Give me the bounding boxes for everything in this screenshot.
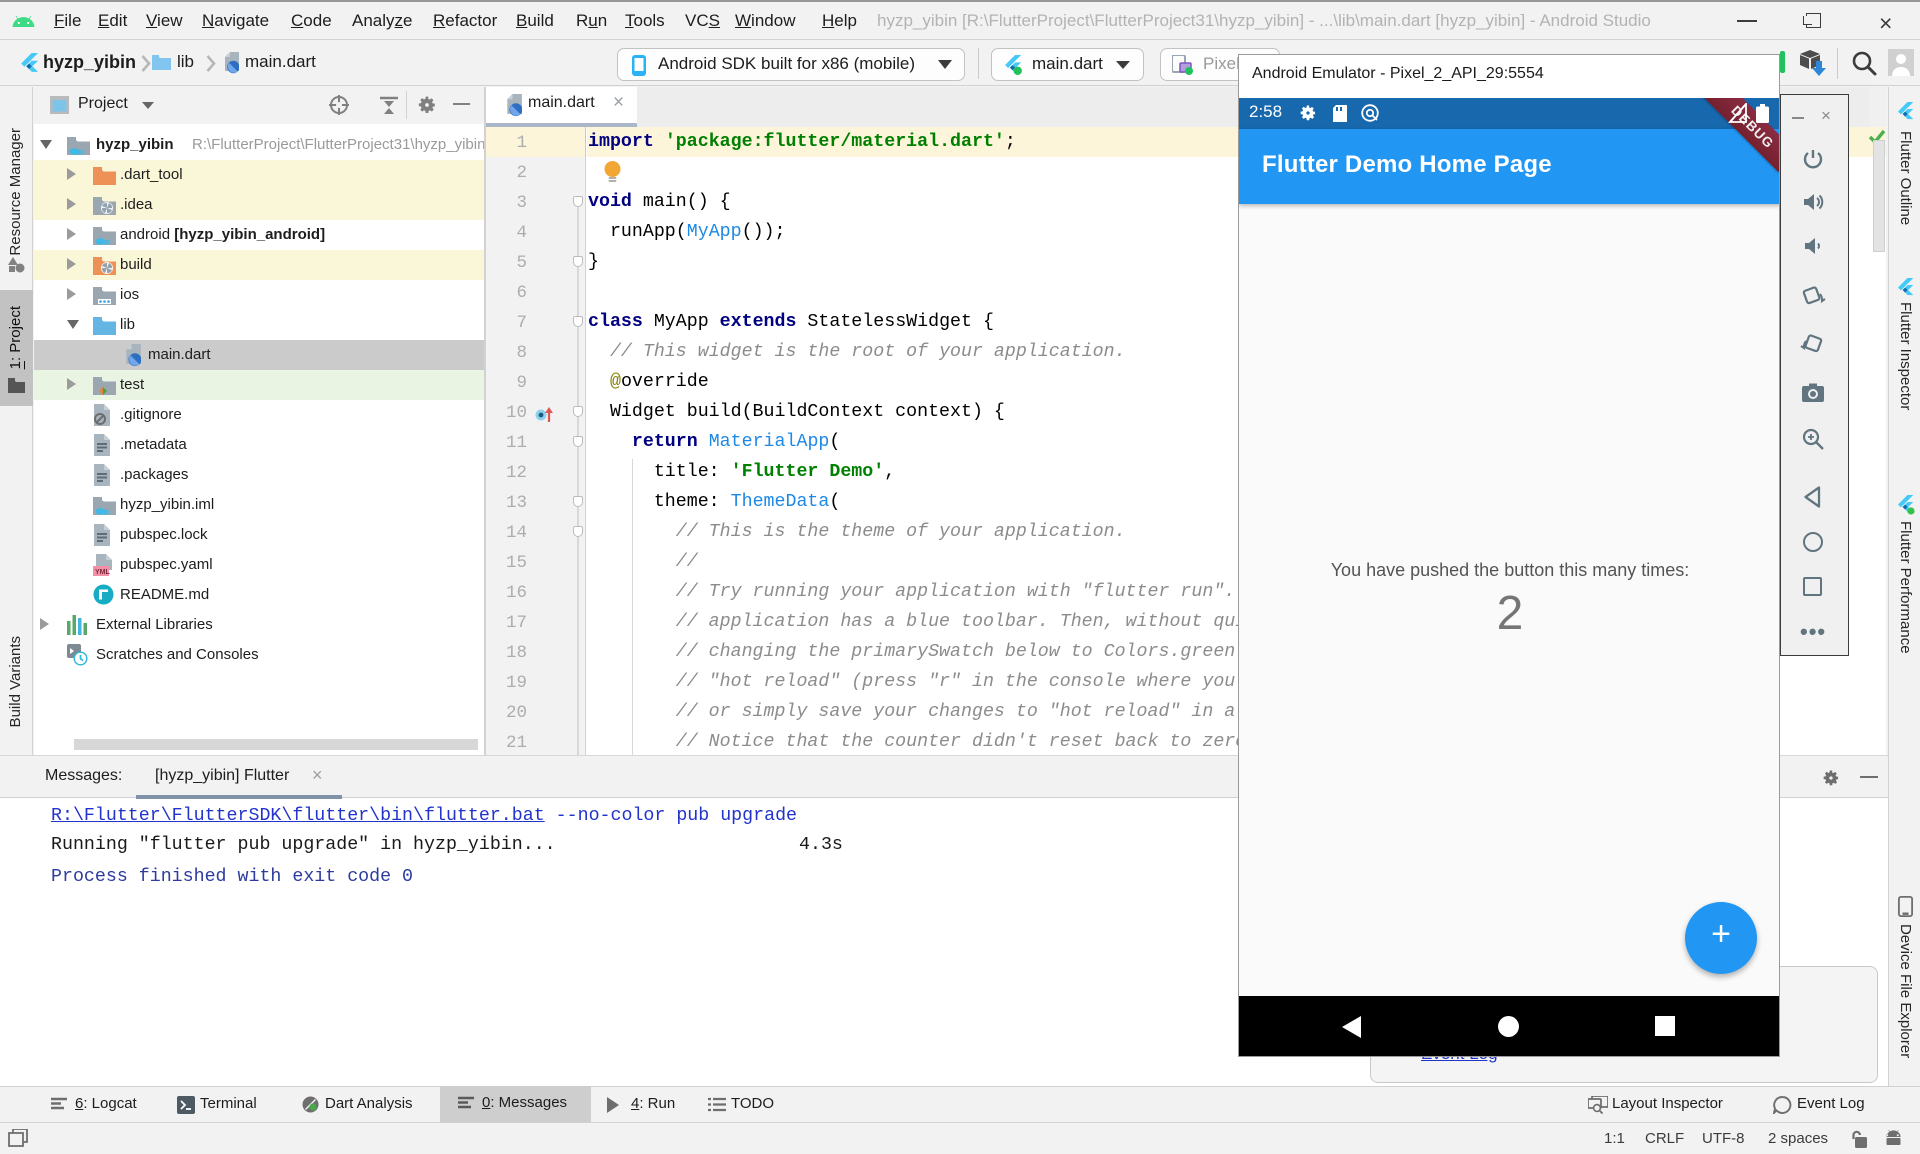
svg-text:YML: YML <box>95 569 111 576</box>
